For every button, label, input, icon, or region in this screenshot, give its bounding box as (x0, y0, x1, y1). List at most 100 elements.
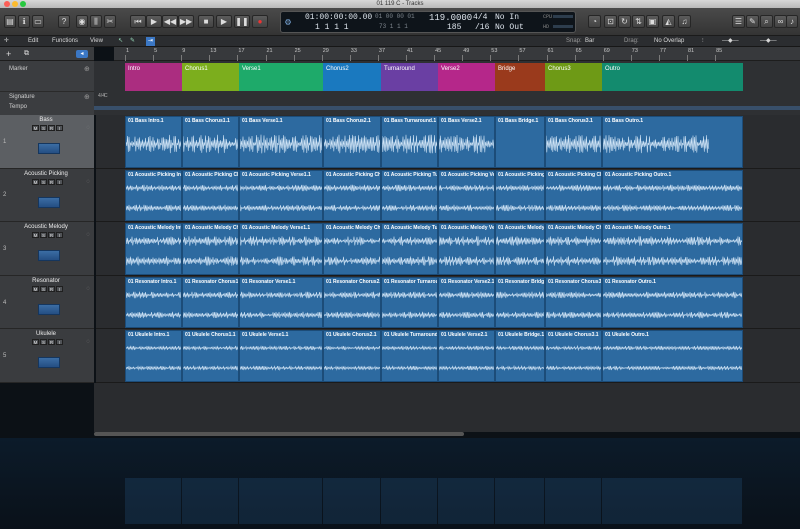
metronome-button[interactable]: ◭ (662, 15, 675, 28)
count-in-button[interactable]: ⊡ (604, 15, 617, 28)
global-tracks-toggle[interactable]: ◂ (76, 50, 88, 58)
audio-region[interactable]: 01 Acoustic Melody Cho (545, 223, 602, 275)
audio-region[interactable]: 01 Bass Intro.1 (125, 116, 182, 168)
track-volume-icon[interactable]: ◌ (86, 125, 90, 131)
audio-region[interactable]: 01 Bass Chorus2.1 (323, 116, 381, 168)
division[interactable]: /16 (475, 23, 489, 32)
toolbar-button[interactable]: ▭ (32, 15, 44, 28)
audio-region[interactable]: 01 Bass Verse1.1 (239, 116, 323, 168)
fast-forward-button[interactable]: ▶▶ (178, 15, 194, 28)
track-name[interactable]: Bass (0, 117, 92, 123)
arrange-area[interactable]: 01 Bass Intro.1 01 Bass Chorus1.1 01 Bass … (96, 115, 800, 383)
audio-region[interactable]: 01 Acoustic Melody Verse1.1 (239, 223, 323, 275)
marker-verse1[interactable]: Verse1 (239, 63, 323, 91)
library-button[interactable]: ▤ (4, 15, 16, 28)
input-monitor-button[interactable]: I (56, 125, 63, 131)
audio-region[interactable]: 01 Acoustic Picking Turn (381, 169, 438, 222)
tempo-line[interactable] (94, 106, 800, 110)
audio-region[interactable]: 01 Acoustic Picking Verse1.1 (239, 169, 323, 222)
add-track-icon[interactable]: + (6, 49, 11, 59)
mute-button[interactable]: M (32, 285, 39, 292)
pause-button[interactable]: ❚❚ (234, 15, 250, 28)
audio-region[interactable]: 01 Bass Turnaround.1 (381, 116, 438, 168)
audio-region[interactable]: 01 Ukulele Chorus2.1 (323, 330, 381, 382)
drag-dropdown[interactable]: No Overlap (654, 37, 684, 46)
audio-region[interactable]: 01 Acoustic Picking B (495, 169, 545, 222)
track-volume-icon[interactable]: ◌ (86, 232, 90, 238)
functions-menu[interactable]: Functions (52, 37, 78, 46)
mute-button[interactable]: M (32, 178, 39, 185)
duplicate-track-icon[interactable]: ⧉ (24, 50, 29, 58)
snap-dropdown[interactable]: Bar (585, 37, 594, 46)
track-name[interactable]: Ukulele (0, 331, 92, 337)
marker-chorus3[interactable]: Chorus3 (545, 63, 602, 91)
audio-region[interactable]: 01 Resonator Intro.1 (125, 276, 182, 329)
input-monitor-button[interactable]: I (56, 339, 63, 346)
mute-button[interactable]: M (32, 339, 39, 346)
audio-region[interactable]: 01 Resonator Chorus2.1 (323, 276, 381, 329)
stop-button[interactable]: ■ (198, 15, 214, 28)
mute-button[interactable]: M (32, 125, 39, 131)
record-enable-button[interactable]: R (48, 339, 55, 346)
track-name[interactable]: Acoustic Melody (0, 224, 92, 230)
vertical-zoom-slider[interactable]: —◆— (722, 37, 739, 46)
audio-region[interactable]: 01 Acoustic Picking Cho (545, 169, 602, 222)
audio-region[interactable]: 01 Acoustic Melody Cho (323, 223, 381, 275)
track-name[interactable]: Acoustic Picking (0, 171, 92, 177)
audio-region[interactable]: 01 Bass Bridge.1 (495, 116, 545, 168)
editors-button[interactable]: ✂ (104, 15, 116, 28)
marker-turnaround[interactable]: Turnaround (381, 63, 438, 91)
record-enable-button[interactable]: R (48, 178, 55, 185)
record-button[interactable]: ● (252, 15, 268, 28)
cycle-button[interactable]: ↻ (618, 15, 631, 28)
list-editors-button[interactable]: ☰ (732, 15, 745, 28)
key-value[interactable]: C (104, 93, 108, 99)
bar-ruler[interactable]: 1 5 9 13 17 21 25 29 33 37 41 45 49 53 57 61 65 69 73 77 81 8… (114, 47, 800, 61)
track-volume-icon[interactable]: ◌ (86, 286, 90, 292)
add-signature-icon[interactable]: ⊕ (84, 93, 90, 101)
view-menu[interactable]: View (90, 37, 103, 46)
audio-region[interactable]: 01 Ukulele Verse1.1 (239, 330, 323, 382)
catch-button[interactable]: ⇥ (146, 37, 156, 46)
marker-chorus2[interactable]: Chorus2 (323, 63, 381, 91)
audio-region[interactable]: 01 Resonator Verse2.1 (438, 276, 495, 329)
waveform-zoom-icon[interactable]: ⫶ (702, 37, 704, 46)
marker-verse2[interactable]: Verse2 (438, 63, 495, 91)
replace-button[interactable]: ⇅ (632, 15, 645, 28)
audio-region[interactable]: 01 Acoustic Melody Turn (381, 223, 438, 275)
audio-region[interactable]: 01 Acoustic Melody Cho (182, 223, 239, 275)
track-header-acoustic-picking[interactable]: 2 Acoustic Picking M S R I ◌ (0, 169, 94, 223)
audio-region[interactable]: 01 Resonator Chorus3.1 (545, 276, 602, 329)
audio-region[interactable]: 01 Ukulele Outro.1 (602, 330, 743, 382)
record-enable-button[interactable]: R (48, 232, 55, 239)
track-header-bass[interactable]: 1 Bass M S R I ◌ (0, 115, 94, 169)
marker-lane[interactable]: Intro Chorus1 Verse1 Chorus2 Turnaround Verse… (94, 61, 800, 91)
audio-region[interactable]: 01 Bass Outro.1 (602, 116, 743, 168)
input-monitor-button[interactable]: I (56, 232, 63, 239)
solo-button[interactable]: ▣ (646, 15, 659, 28)
audio-region[interactable]: 01 Resonator Chorus1.1 (182, 276, 239, 329)
track-header-ukulele[interactable]: 5 Ukulele M S R I ◌ (0, 329, 94, 383)
audio-region[interactable]: 01 Bass Chorus1.1 (182, 116, 239, 168)
audio-region[interactable]: 01 Ukulele Chorus1.1 (182, 330, 239, 382)
notepad-button[interactable]: ✎ (746, 15, 759, 28)
audio-region[interactable]: 01 Acoustic Melody Outro.1 (602, 223, 743, 275)
view-options-icon[interactable]: ✛ (4, 37, 9, 46)
audio-region[interactable]: 01 Ukulele Turnaround.1 (381, 330, 438, 382)
mute-button[interactable]: M (32, 232, 39, 239)
close-window-button[interactable] (4, 1, 10, 7)
marker-intro[interactable]: Intro (125, 63, 182, 91)
tuner-button[interactable]: ◔ (588, 15, 601, 28)
record-enable-button[interactable]: R (48, 125, 55, 131)
audio-region[interactable]: 01 Acoustic Picking Outro.1 (602, 169, 743, 222)
pencil-tool-icon[interactable]: ✎ (130, 37, 135, 46)
audio-region[interactable]: 01 Acoustic Picking Cho (323, 169, 381, 222)
audio-region[interactable]: 01 Resonator Outro.1 (602, 276, 743, 329)
go-to-beginning-button[interactable]: ⏮ (130, 15, 146, 28)
audio-region[interactable]: 01 Resonator Turnaroun (381, 276, 438, 329)
browsers-button[interactable]: ⌕ (760, 15, 773, 28)
solo-track-button[interactable]: S (40, 125, 47, 131)
marker-bridge[interactable]: Bridge (495, 63, 545, 91)
media-button[interactable]: ♪ (786, 15, 798, 28)
marker-outro[interactable]: Outro (602, 63, 743, 91)
